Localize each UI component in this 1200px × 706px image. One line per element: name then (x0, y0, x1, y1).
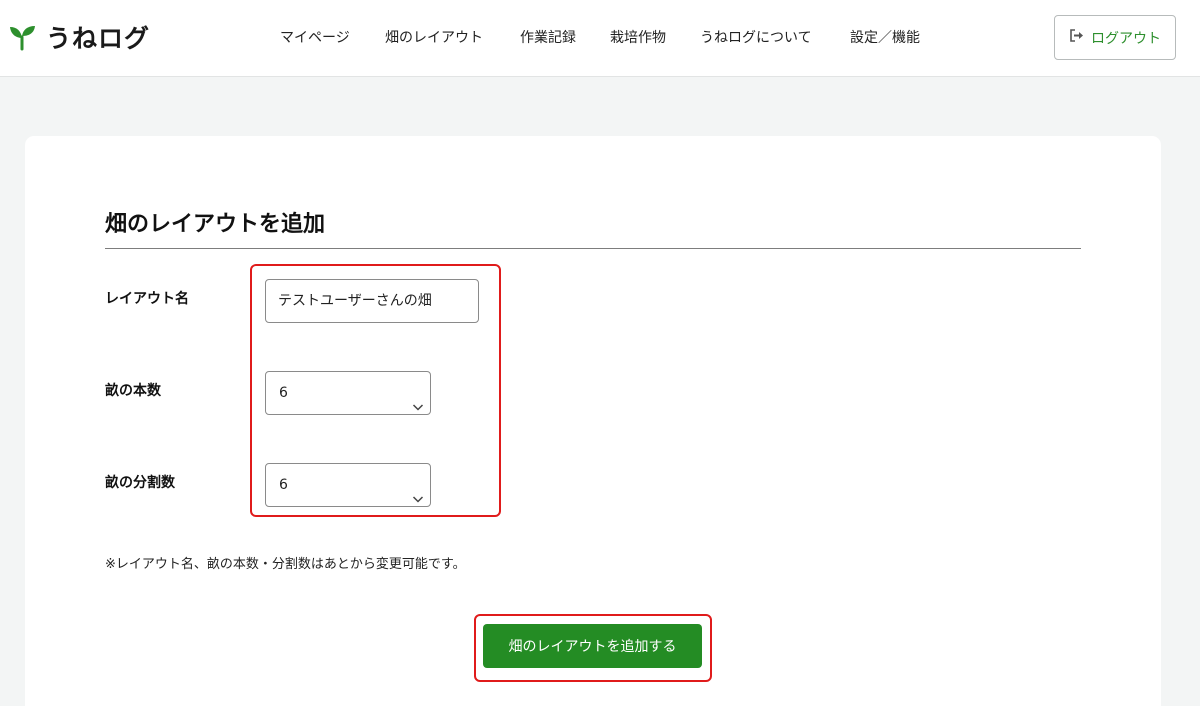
nav-item-crops[interactable]: 栽培作物 (610, 27, 666, 49)
division-count-label: 畝の分割数 (105, 475, 175, 491)
site-header: うねログ マイページ 畑のレイアウト 作業記録 栽培作物 うねログについて 設定… (0, 0, 1200, 77)
nav-item-about[interactable]: うねログについて (700, 27, 812, 49)
sign-out-icon (1069, 29, 1091, 46)
logout-button[interactable]: ログアウト (1054, 15, 1176, 60)
ridge-count-value: 6 (279, 385, 288, 401)
nav-item-work-log[interactable]: 作業記録 (520, 27, 576, 49)
add-layout-button[interactable]: 畑のレイアウトを追加する (483, 624, 702, 668)
ridge-count-label: 畝の本数 (105, 383, 161, 399)
logout-label: ログアウト (1091, 30, 1161, 47)
main-nav: マイページ 畑のレイアウト 作業記録 栽培作物 うねログについて 設定／機能 (0, 27, 1200, 49)
chevron-down-icon (412, 387, 424, 429)
layout-name-input[interactable]: テストユーザーさんの畑 (265, 279, 479, 323)
form-note: ※レイアウト名、畝の本数・分割数はあとから変更可能です。 (105, 557, 466, 572)
page-title: 畑のレイアウトを追加 (105, 212, 326, 237)
nav-item-mypage[interactable]: マイページ (280, 27, 350, 49)
division-count-value: 6 (279, 477, 288, 493)
division-count-select[interactable]: 6 (265, 463, 431, 507)
nav-item-field-layout[interactable]: 畑のレイアウト (385, 27, 483, 49)
layout-name-label: レイアウト名 (105, 291, 189, 307)
chevron-down-icon (412, 479, 424, 521)
ridge-count-select[interactable]: 6 (265, 371, 431, 415)
nav-item-settings[interactable]: 設定／機能 (850, 27, 920, 49)
title-divider (105, 248, 1081, 249)
